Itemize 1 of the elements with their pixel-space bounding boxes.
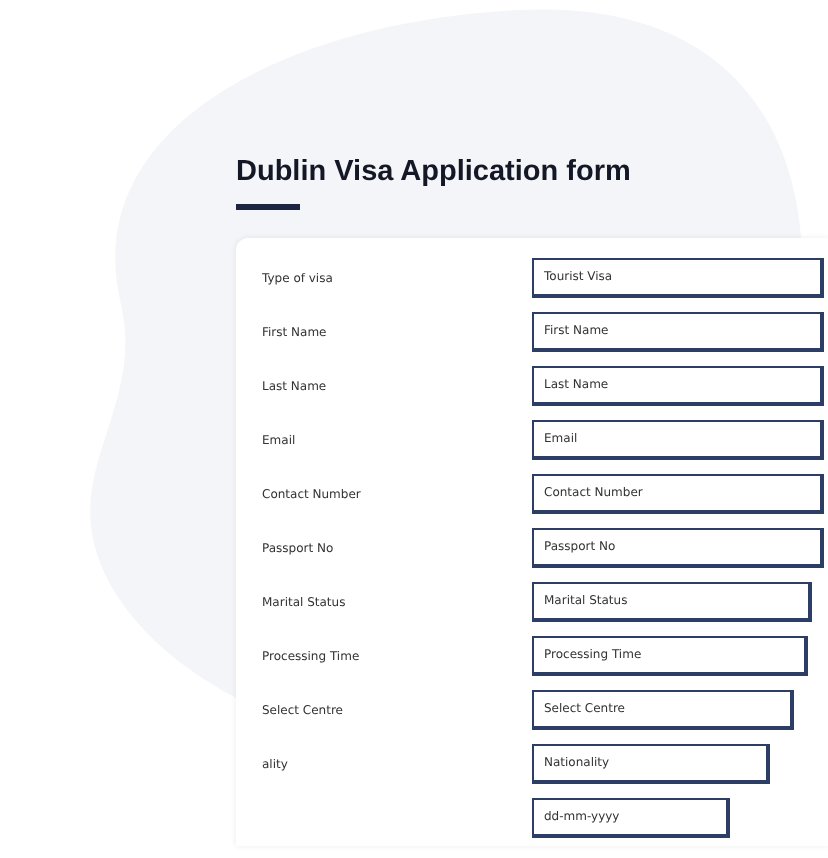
form-title: Dublin Visa Application form [236,156,633,188]
